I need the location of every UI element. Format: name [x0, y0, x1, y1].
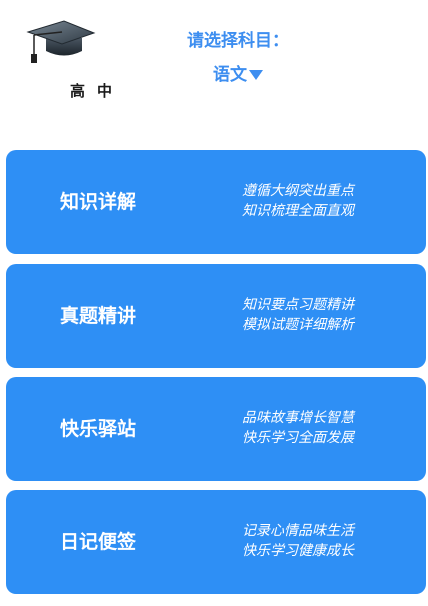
card-desc-line: 遵循大纲突出重点	[242, 183, 354, 199]
card-knowledge[interactable]: 知识详解 遵循大纲突出重点 知识梳理全面直观	[6, 150, 426, 254]
card-exam-questions[interactable]: 真题精讲 知识要点习题精讲 模拟试题详细解析	[6, 264, 426, 368]
graduation-cap-icon: 高中	[26, 18, 112, 100]
subject-dropdown[interactable]: 语文	[150, 60, 326, 85]
logo-text: 高中	[70, 82, 125, 100]
card-desc-line: 快乐学习健康成长	[242, 543, 354, 559]
card-title: 知识详解	[59, 191, 136, 213]
card-title: 真题精讲	[59, 305, 136, 327]
card-title: 快乐驿站	[59, 418, 136, 440]
card-title: 日记便签	[59, 531, 136, 553]
selected-subject: 语文	[213, 65, 247, 85]
card-desc-line: 记录心情品味生活	[242, 523, 354, 539]
card-desc-line: 品味故事增长智慧	[242, 410, 354, 426]
card-diary-notes[interactable]: 日记便签 记录心情品味生活 快乐学习健康成长	[6, 490, 426, 594]
card-description: 知识要点习题精讲 模拟试题详细解析	[242, 295, 354, 335]
card-description: 品味故事增长智慧 快乐学习全面发展	[242, 408, 354, 448]
card-description: 遵循大纲突出重点 知识梳理全面直观	[242, 181, 354, 221]
card-desc-line: 知识要点习题精讲	[242, 297, 354, 313]
caret-down-icon	[249, 70, 263, 80]
card-description: 记录心情品味生活 快乐学习健康成长	[242, 521, 354, 561]
card-happy-station[interactable]: 快乐驿站 品味故事增长智慧 快乐学习全面发展	[6, 377, 426, 481]
card-desc-line: 知识梳理全面直观	[242, 203, 354, 219]
card-desc-line: 快乐学习全面发展	[242, 430, 354, 446]
card-desc-line: 模拟试题详细解析	[242, 317, 354, 333]
subject-prompt: 请选择科目：	[187, 31, 289, 51]
